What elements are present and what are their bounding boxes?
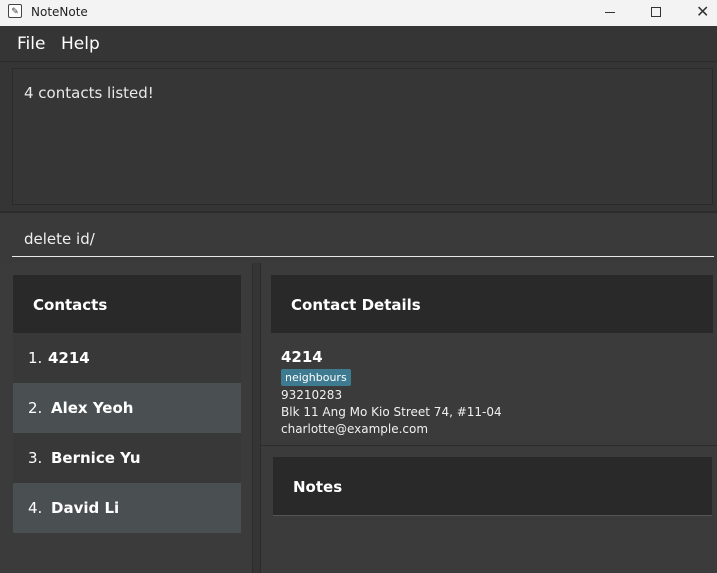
contact-list-item[interactable]: 2. Alex Yeoh [13, 383, 241, 433]
maximize-icon [651, 7, 661, 17]
minimize-button[interactable] [587, 0, 633, 26]
contact-name: Alex Yeoh [51, 399, 134, 417]
split-pane-divider[interactable] [252, 263, 261, 573]
close-icon: ✕ [696, 2, 710, 21]
contacts-header: Contacts [13, 275, 241, 333]
maximize-button[interactable] [633, 0, 679, 26]
menu-bar: File Help [0, 26, 717, 62]
contact-list-panel: Contacts 1. 4214 2. Alex Yeoh 3. Bernice… [0, 263, 254, 573]
detail-phone: 93210283 [281, 388, 343, 402]
result-display: 4 contacts listed! [12, 68, 713, 205]
result-panel: 4 contacts listed! [0, 62, 717, 211]
command-input[interactable] [12, 221, 714, 257]
tag-badge: neighbours [281, 369, 351, 386]
contact-index: 3. [28, 449, 43, 467]
notes-underline [273, 515, 712, 516]
detail-email: charlotte@example.com [281, 422, 429, 436]
contact-index: 2. [28, 399, 43, 417]
contact-index: 4. [28, 499, 43, 517]
details-header: Contact Details [271, 275, 713, 333]
contacts-header-label: Contacts [33, 296, 108, 314]
contact-list-item[interactable]: 1. 4214 [13, 333, 241, 383]
contact-list-item[interactable]: 3. Bernice Yu [13, 433, 241, 483]
close-button[interactable]: ✕ [679, 0, 717, 26]
detail-address: Blk 11 Ang Mo Kio Street 74, #11-04 [281, 405, 502, 419]
menu-file[interactable]: File [17, 34, 45, 54]
details-header-label: Contact Details [291, 296, 421, 314]
contact-index: 1. [28, 349, 43, 367]
notepad-icon: ✎ [8, 4, 22, 18]
contact-name: Bernice Yu [51, 449, 141, 467]
contact-name: David Li [51, 499, 120, 517]
details-divider [261, 445, 717, 446]
notes-header-label: Notes [293, 478, 343, 496]
contact-name: 4214 [48, 349, 90, 367]
contact-details-panel: Contact Details 4214 neighbours 93210283… [261, 263, 717, 573]
minimize-icon [605, 12, 615, 13]
notes-header: Notes [273, 457, 712, 515]
result-message: 4 contacts listed! [24, 84, 154, 102]
command-box [0, 213, 717, 263]
detail-name: 4214 [281, 348, 323, 366]
contact-list-item[interactable]: 4. David Li [13, 483, 241, 533]
title-bar: ✎ NoteNote ✕ [0, 0, 717, 26]
window-title: NoteNote [31, 5, 88, 19]
menu-help[interactable]: Help [61, 34, 100, 54]
